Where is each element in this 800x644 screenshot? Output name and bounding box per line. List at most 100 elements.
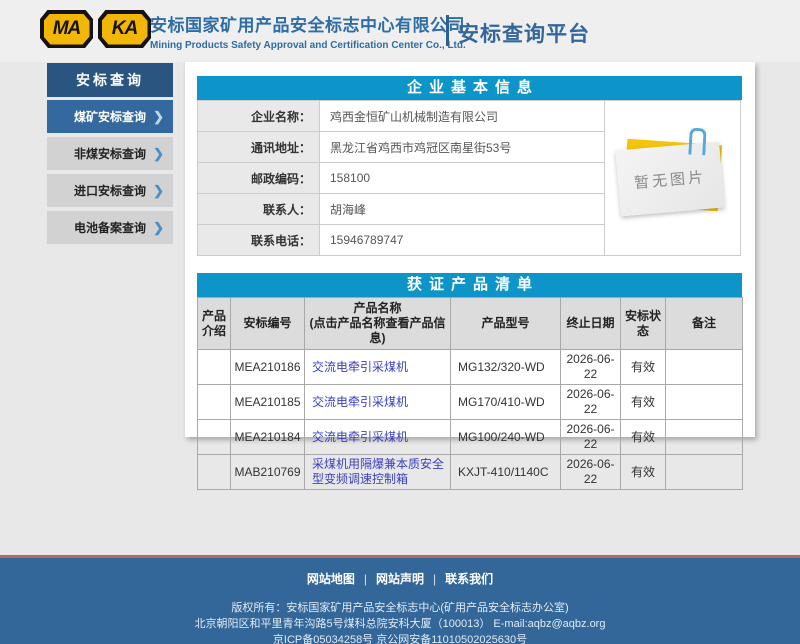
note-cell (666, 455, 743, 490)
footer-link-statement[interactable]: 网站声明 (376, 572, 424, 586)
footer-link-contact[interactable]: 联系我们 (445, 572, 493, 586)
model-cell: MG100/240-WD (451, 420, 561, 455)
maka-logo: MA KA (40, 10, 151, 48)
sidebar-item-label: 煤矿安标查询 (74, 108, 146, 125)
expiry-cell: 2026-06-22 (561, 420, 621, 455)
table-row: 联系电话： 15946789747 (198, 225, 605, 256)
product-list-table: 产品介绍 安标编号 产品名称 (点击产品名称查看产品信息) 产品型号 终止日期 … (197, 297, 743, 490)
ka-badge-icon: KA (98, 10, 151, 48)
address-value: 黑龙江省鸡西市鸡冠区南星街53号 (320, 132, 605, 163)
table-row: 邮政编码： 158100 (198, 163, 605, 194)
product-name-link[interactable]: 交流电牵引采煤机 (312, 430, 408, 444)
platform-title: 安标查询平台 (458, 18, 590, 48)
model-cell: KXJT-410/1140C (451, 455, 561, 490)
col-product-name-line2: (点击产品名称查看产品信息) (306, 316, 449, 346)
table-header-row: 产品介绍 安标编号 产品名称 (点击产品名称查看产品信息) 产品型号 终止日期 … (198, 298, 743, 350)
model-cell: MG170/410-WD (451, 385, 561, 420)
sidebar-item-battery-query[interactable]: 电池备案查询 ❯ (47, 211, 173, 244)
product-name-link[interactable]: 采煤机用隔爆兼本质安全型变频调速控制箱 (312, 457, 444, 486)
cert-no-cell: MEA210184 (231, 420, 305, 455)
status-cell: 有效 (621, 350, 666, 385)
sidebar-item-noncoal-query[interactable]: 非煤安标查询 ❯ (47, 137, 173, 170)
expiry-cell: 2026-06-22 (561, 455, 621, 490)
cert-no-cell: MEA210186 (231, 350, 305, 385)
company-name-value: 鸡西金恒矿山机械制造有限公司 (320, 101, 605, 132)
chevron-right-icon: ❯ (153, 109, 164, 125)
col-cert-no: 安标编号 (231, 298, 305, 350)
note-front-card: 暂无图片 (615, 142, 724, 217)
product-list-section-title: 获证产品清单 (197, 273, 742, 297)
col-product-intro: 产品介绍 (198, 298, 231, 350)
content-panel: 企业基本信息 企业名称： 鸡西金恒矿山机械制造有限公司 通讯地址： 黑龙江省鸡西… (185, 62, 755, 437)
expiry-cell: 2026-06-22 (561, 385, 621, 420)
paperclip-icon (688, 128, 706, 156)
ka-badge-label: KA (102, 14, 148, 45)
company-info-section: 企业名称： 鸡西金恒矿山机械制造有限公司 通讯地址： 黑龙江省鸡西市鸡冠区南星街… (197, 100, 742, 256)
chevron-right-icon: ❯ (153, 146, 164, 162)
product-intro-cell (198, 420, 231, 455)
postcode-label: 邮政编码： (198, 163, 320, 194)
note-cell (666, 385, 743, 420)
model-cell: MG132/320-WD (451, 350, 561, 385)
sidebar-title: 安标查询 (47, 63, 173, 97)
col-expiry: 终止日期 (561, 298, 621, 350)
ma-badge-label: MA (44, 14, 90, 45)
footer-copyright-block: 版权所有：安标国家矿用产品安全标志中心(矿用产品安全标志办公室) 北京朝阳区和平… (0, 600, 800, 644)
chevron-right-icon: ❯ (153, 220, 164, 236)
table-row: MEA210186 交流电牵引采煤机 MG132/320-WD 2026-06-… (198, 350, 743, 385)
cert-no-cell: MAB210769 (231, 455, 305, 490)
company-photo-placeholder: 暂无图片 (605, 100, 741, 256)
product-intro-cell (198, 455, 231, 490)
phone-value: 15946789747 (320, 225, 605, 256)
address-line: 北京朝阳区和平里青年沟路5号煤科总院安科大厦（100013） E-mail:aq… (0, 616, 800, 632)
no-image-note: 暂无图片 (618, 141, 726, 215)
product-name-cell: 采煤机用隔爆兼本质安全型变频调速控制箱 (305, 455, 451, 490)
table-row: MEA210185 交流电牵引采煤机 MG170/410-WD 2026-06-… (198, 385, 743, 420)
col-product-name: 产品名称 (点击产品名称查看产品信息) (305, 298, 451, 350)
product-name-link[interactable]: 交流电牵引采煤机 (312, 395, 408, 409)
sidebar-item-label: 进口安标查询 (74, 182, 146, 199)
chevron-right-icon: ❯ (153, 183, 164, 199)
col-status: 安标状态 (621, 298, 666, 350)
note-cell (666, 350, 743, 385)
org-name-en: Mining Products Safety Approval and Cert… (150, 40, 450, 51)
product-name-cell: 交流电牵引采煤机 (305, 420, 451, 455)
sidebar-item-label: 非煤安标查询 (74, 145, 146, 162)
contact-person-label: 联系人： (198, 194, 320, 225)
company-info-table: 企业名称： 鸡西金恒矿山机械制造有限公司 通讯地址： 黑龙江省鸡西市鸡冠区南星街… (197, 100, 605, 256)
sidebar-item-coal-query[interactable]: 煤矿安标查询 ❯ (47, 100, 173, 133)
footer: 网站地图 | 网站声明 | 联系我们 版权所有：安标国家矿用产品安全标志中心(矿用产品安… (0, 558, 800, 644)
top-header: MA KA 安标国家矿用产品安全标志中心有限公司 Mining Products… (0, 0, 800, 62)
title-divider (446, 15, 449, 46)
contact-person-value: 胡海峰 (320, 194, 605, 225)
ma-badge-icon: MA (40, 10, 93, 48)
footer-link-sitemap[interactable]: 网站地图 (307, 572, 355, 586)
status-cell: 有效 (621, 420, 666, 455)
org-name-zh: 安标国家矿用产品安全标志中心有限公司 (150, 11, 450, 36)
sidebar-item-import-query[interactable]: 进口安标查询 ❯ (47, 174, 173, 207)
link-separator: | (433, 572, 436, 586)
col-model: 产品型号 (451, 298, 561, 350)
note-cell (666, 420, 743, 455)
postcode-value: 158100 (320, 163, 605, 194)
company-name-label: 企业名称： (198, 101, 320, 132)
phone-label: 联系电话： (198, 225, 320, 256)
product-intro-cell (198, 350, 231, 385)
sidebar: 安标查询 煤矿安标查询 ❯ 非煤安标查询 ❯ 进口安标查询 ❯ 电池备案查询 ❯ (47, 63, 173, 248)
icp-line: 京ICP备05034258号 京公网安备11010502025630号 (0, 632, 800, 644)
address-label: 通讯地址： (198, 132, 320, 163)
copyright-line: 版权所有：安标国家矿用产品安全标志中心(矿用产品安全标志办公室) (0, 600, 800, 616)
expiry-cell: 2026-06-22 (561, 350, 621, 385)
table-row: 企业名称： 鸡西金恒矿山机械制造有限公司 (198, 101, 605, 132)
col-note: 备注 (666, 298, 743, 350)
table-row: 通讯地址： 黑龙江省鸡西市鸡冠区南星街53号 (198, 132, 605, 163)
link-separator: | (364, 572, 367, 586)
status-cell: 有效 (621, 385, 666, 420)
org-title-block: 安标国家矿用产品安全标志中心有限公司 Mining Products Safet… (150, 11, 450, 51)
no-image-text: 暂无图片 (633, 165, 707, 192)
product-name-cell: 交流电牵引采煤机 (305, 385, 451, 420)
col-product-name-line1: 产品名称 (306, 301, 449, 316)
product-name-link[interactable]: 交流电牵引采煤机 (312, 360, 408, 374)
cert-no-cell: MEA210185 (231, 385, 305, 420)
company-info-section-title: 企业基本信息 (197, 76, 742, 100)
